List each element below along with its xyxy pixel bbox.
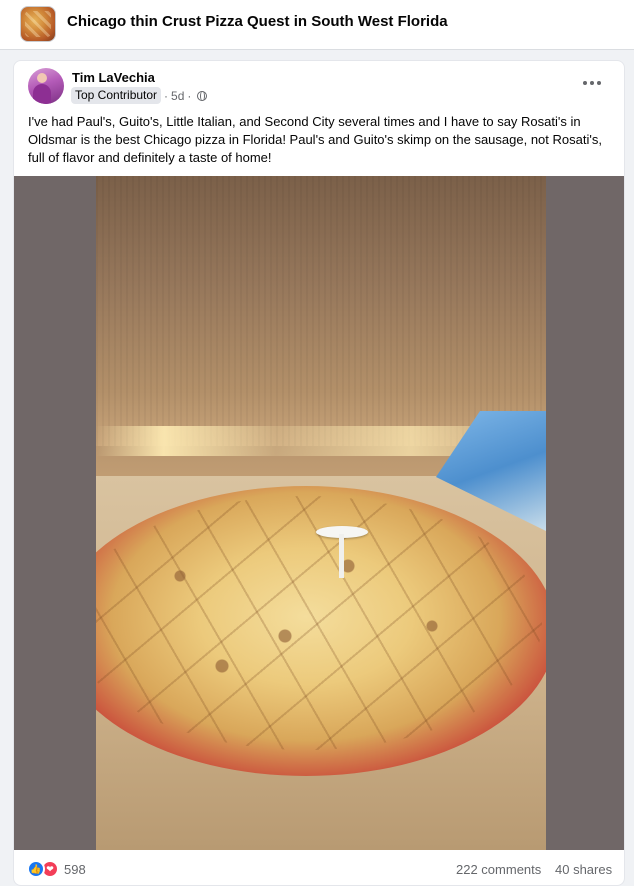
- pizza-box-lid: [96, 176, 546, 446]
- top-contributor-badge[interactable]: Top Contributor: [71, 87, 162, 104]
- post-footer: 👍 ❤ 598 222 comments 40 shares: [14, 850, 624, 885]
- post-text: I've had Paul's, Guito's, Little Italian…: [28, 114, 602, 165]
- dot-icon: [597, 81, 601, 85]
- pizza-photo[interactable]: [96, 176, 546, 850]
- post-card: Tim LaVechia Top Contributor · 5d · I've…: [13, 60, 625, 886]
- meta-separator-2: ·: [187, 88, 192, 103]
- more-options-button[interactable]: [578, 73, 606, 93]
- reaction-count: 598: [64, 861, 86, 877]
- comments-link[interactable]: 222 comments: [456, 862, 541, 877]
- dot-icon: [583, 81, 587, 85]
- group-header: Chicago thin Crust Pizza Quest in South …: [0, 0, 634, 50]
- shares-link[interactable]: 40 shares: [555, 862, 612, 877]
- avatar[interactable]: [28, 68, 64, 104]
- photo-area: [14, 176, 624, 850]
- pizza-saver: [316, 526, 368, 578]
- post-meta: Top Contributor · 5d ·: [71, 87, 208, 104]
- dot-icon: [590, 81, 594, 85]
- post-time[interactable]: 5d: [171, 89, 184, 103]
- author-name[interactable]: Tim LaVechia: [72, 70, 155, 85]
- group-title[interactable]: Chicago thin Crust Pizza Quest in South …: [67, 13, 448, 30]
- group-thumbnail[interactable]: [20, 6, 56, 42]
- like-icon: 👍: [27, 860, 45, 878]
- meta-separator: ·: [164, 88, 169, 103]
- globe-icon: [197, 90, 208, 101]
- reactions-summary[interactable]: 👍 ❤ 598: [27, 860, 86, 878]
